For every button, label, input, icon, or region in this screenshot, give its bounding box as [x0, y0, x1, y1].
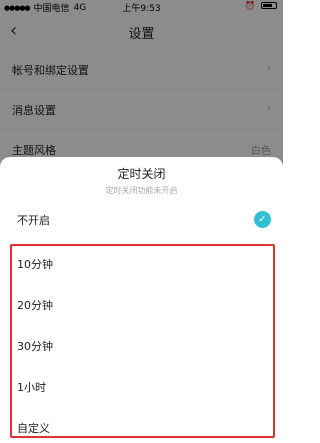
option-20min[interactable]: 20分钟 — [0, 286, 283, 324]
option-label: 不开启 — [17, 214, 50, 227]
option-label: 30分钟 — [17, 340, 53, 353]
option-off[interactable]: 不开启 ✓ — [0, 201, 283, 239]
option-1hour[interactable]: 1小时 — [0, 368, 283, 406]
option-label: 1小时 — [17, 381, 46, 394]
option-10min[interactable]: 10分钟 — [0, 245, 283, 283]
option-30min[interactable]: 30分钟 — [0, 327, 283, 365]
checkmark-icon: ✓ — [254, 211, 271, 228]
option-custom[interactable]: 自定义 — [0, 409, 283, 443]
sheet-title: 定时关闭 — [117, 167, 166, 181]
option-label: 自定义 — [17, 422, 50, 435]
option-label: 10分钟 — [17, 258, 53, 271]
sheet-subtitle: 定时关闭功能未开启 — [105, 186, 178, 195]
timer-bottom-sheet: 定时关闭 定时关闭功能未开启 不开启 ✓ 10分钟 20分钟 30分钟 1小时 … — [0, 157, 283, 443]
option-label: 20分钟 — [17, 299, 53, 312]
